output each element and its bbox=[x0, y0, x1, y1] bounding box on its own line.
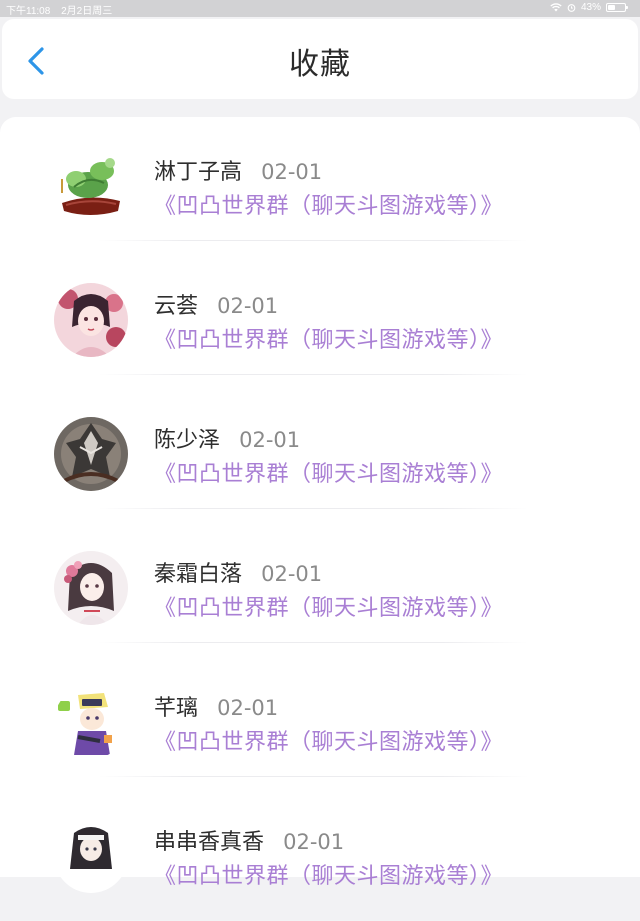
battery-level bbox=[608, 5, 615, 10]
battery-icon bbox=[606, 3, 628, 12]
group-name: 《凹凸世界群（聊天斗图游戏等）》 bbox=[154, 328, 504, 353]
item-header: 芊璃 02-01 bbox=[154, 690, 278, 722]
item-header: 陈少泽 02-01 bbox=[154, 422, 300, 454]
item-header: 串串香真香 02-01 bbox=[154, 824, 344, 856]
battery-percent: 43% bbox=[580, 2, 601, 13]
avatar bbox=[54, 819, 128, 893]
favorites-list: 淋丁子高 02-01 《凹凸世界群（聊天斗图游戏等）》 云荟 02-01 《凹凸… bbox=[0, 117, 640, 893]
item-date: 02-01 bbox=[217, 696, 279, 720]
group-name: 《凹凸世界群（聊天斗图游戏等）》 bbox=[154, 864, 504, 889]
user-name: 陈少泽 bbox=[154, 428, 221, 453]
item-date: 02-01 bbox=[261, 562, 323, 586]
favorite-item[interactable]: 淋丁子高 02-01 《凹凸世界群（聊天斗图游戏等）》 bbox=[0, 117, 640, 251]
favorite-item[interactable]: 陈少泽 02-01 《凹凸世界群（聊天斗图游戏等）》 bbox=[0, 385, 640, 519]
group-name: 《凹凸世界群（聊天斗图游戏等）》 bbox=[154, 462, 504, 487]
avatar bbox=[54, 283, 128, 357]
divider bbox=[98, 240, 528, 241]
status-left: 下午11:08 2月2日周三 bbox=[6, 2, 120, 17]
alarm-icon bbox=[567, 4, 576, 12]
page-title: 收藏 bbox=[289, 47, 351, 82]
status-right: 43% bbox=[550, 2, 628, 13]
item-date: 02-01 bbox=[239, 428, 301, 452]
group-name: 《凹凸世界群（聊天斗图游戏等）》 bbox=[154, 194, 504, 219]
favorite-item[interactable]: 串串香真香 02-01 《凹凸世界群（聊天斗图游戏等）》 bbox=[0, 787, 640, 921]
divider bbox=[98, 508, 528, 509]
avatar bbox=[54, 551, 128, 625]
item-header: 淋丁子高 02-01 bbox=[154, 154, 322, 186]
divider bbox=[98, 374, 528, 375]
user-name: 云荟 bbox=[154, 294, 199, 319]
avatar bbox=[54, 149, 128, 223]
header-bar: 收藏 bbox=[2, 19, 638, 99]
item-header: 云荟 02-01 bbox=[154, 288, 278, 320]
group-name: 《凹凸世界群（聊天斗图游戏等）》 bbox=[154, 730, 504, 755]
divider bbox=[98, 642, 528, 643]
status-date: 2月2日周三 bbox=[61, 6, 113, 17]
favorite-item[interactable]: 云荟 02-01 《凹凸世界群（聊天斗图游戏等）》 bbox=[0, 251, 640, 385]
user-name: 秦霜白落 bbox=[154, 562, 243, 587]
item-date: 02-01 bbox=[217, 294, 279, 318]
divider bbox=[98, 776, 528, 777]
favorite-item[interactable]: 秦霜白落 02-01 《凹凸世界群（聊天斗图游戏等）》 bbox=[0, 519, 640, 653]
user-name: 淋丁子高 bbox=[154, 160, 243, 185]
wifi-icon bbox=[550, 3, 562, 12]
avatar bbox=[54, 685, 128, 759]
user-name: 芊璃 bbox=[154, 696, 199, 721]
status-bar: 下午11:08 2月2日周三 43% bbox=[0, 0, 640, 17]
status-time: 下午11:08 bbox=[6, 6, 51, 17]
group-name: 《凹凸世界群（聊天斗图游戏等）》 bbox=[154, 596, 504, 621]
avatar bbox=[54, 417, 128, 491]
item-date: 02-01 bbox=[261, 160, 323, 184]
user-name: 串串香真香 bbox=[154, 830, 265, 855]
favorite-item[interactable]: 芊璃 02-01 《凹凸世界群（聊天斗图游戏等）》 bbox=[0, 653, 640, 787]
item-date: 02-01 bbox=[283, 830, 345, 854]
item-header: 秦霜白落 02-01 bbox=[154, 556, 322, 588]
